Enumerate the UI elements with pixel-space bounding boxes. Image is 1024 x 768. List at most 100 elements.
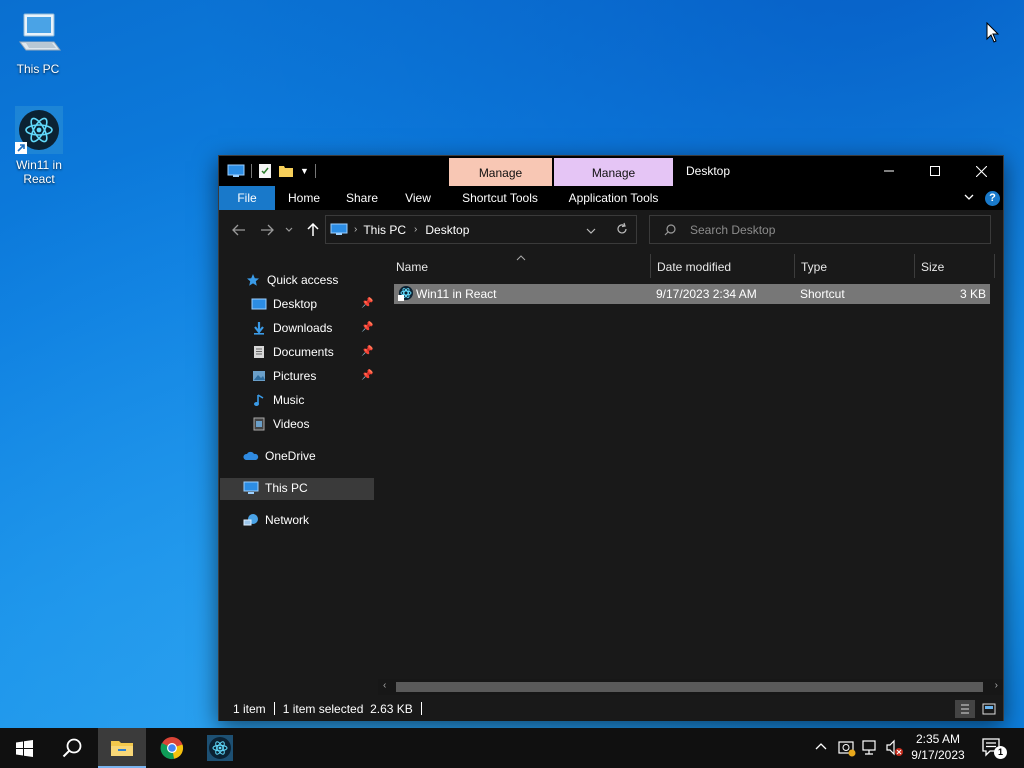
tab-application-tools[interactable]: Application Tools <box>556 186 671 210</box>
status-divider <box>420 702 422 715</box>
nav-pictures[interactable]: Pictures <box>251 365 316 387</box>
nav-label: Music <box>273 393 305 407</box>
desktop-icon-label: React <box>23 172 55 186</box>
nav-quick-access[interactable]: Quick access <box>245 269 338 291</box>
qat-dropdown-icon[interactable]: ▼ <box>300 166 309 176</box>
action-center-button[interactable]: 1 <box>980 736 1008 760</box>
picture-icon <box>251 368 267 384</box>
search-icon <box>62 738 82 758</box>
file-size: 3 KB <box>959 287 986 301</box>
new-folder-icon[interactable] <box>278 164 294 178</box>
qat-separator <box>251 164 252 178</box>
explorer-app-icon <box>227 164 245 177</box>
properties-icon[interactable] <box>258 163 272 179</box>
refresh-button[interactable] <box>615 222 629 239</box>
nav-network[interactable]: Network <box>243 509 309 531</box>
tab-file[interactable]: File <box>219 186 275 210</box>
pin-icon: 📌 <box>361 322 374 333</box>
tab-share[interactable]: Share <box>337 186 387 210</box>
column-divider[interactable] <box>794 254 795 278</box>
file-name: Win11 in React <box>416 287 497 301</box>
nav-videos[interactable]: Videos <box>251 413 309 435</box>
forward-button[interactable] <box>257 220 277 240</box>
nav-label: Downloads <box>273 321 333 335</box>
desktop-icon-label: This PC <box>16 62 60 76</box>
address-history-button[interactable] <box>586 224 596 238</box>
chrome-icon <box>160 737 184 760</box>
folder-icon <box>111 741 133 756</box>
nav-label: Quick access <box>267 273 339 287</box>
recent-locations-button[interactable] <box>283 220 295 240</box>
taskbar-file-explorer[interactable] <box>98 728 146 768</box>
minimize-button[interactable] <box>866 156 912 186</box>
notification-count-badge: 1 <box>994 746 1007 759</box>
windows-logo-icon <box>15 739 33 757</box>
network-status-icon[interactable] <box>862 739 880 760</box>
clock-date: 9/17/2023 <box>911 748 965 762</box>
scroll-right-icon[interactable]: › <box>995 680 998 691</box>
help-icon[interactable]: ? <box>985 191 1000 206</box>
scrollbar-thumb[interactable] <box>396 682 983 692</box>
expand-ribbon-button[interactable] <box>963 191 977 205</box>
pin-icon: 📌 <box>361 298 374 309</box>
nav-documents[interactable]: Documents <box>251 341 334 363</box>
search-box[interactable]: Search Desktop <box>649 215 991 244</box>
column-header-name[interactable]: Name <box>396 254 428 280</box>
tray-security-icon[interactable] <box>838 739 856 760</box>
column-divider[interactable] <box>994 254 995 278</box>
horizontal-scrollbar[interactable]: ‹ › <box>378 679 1003 695</box>
nav-onedrive[interactable]: OneDrive <box>243 445 316 467</box>
desktop-icon-this-pc[interactable]: This PC <box>0 10 76 76</box>
chevron-up-icon <box>815 743 827 750</box>
large-icons-view-button[interactable] <box>979 700 999 718</box>
nav-label: Documents <box>273 345 334 359</box>
column-divider[interactable] <box>650 254 651 278</box>
nav-label: Pictures <box>273 369 317 383</box>
status-divider <box>273 702 275 715</box>
back-button[interactable] <box>229 220 249 240</box>
taskbar-chrome[interactable] <box>148 728 196 768</box>
qat-separator <box>314 164 316 178</box>
breadcrumb-separator-icon: › <box>354 224 358 235</box>
nav-label: Desktop <box>273 297 318 311</box>
details-view-button[interactable] <box>955 700 975 718</box>
up-button[interactable] <box>303 220 323 240</box>
scroll-left-icon[interactable]: ‹ <box>383 680 386 691</box>
nav-music[interactable]: Music <box>251 389 304 411</box>
taskbar-win11-react[interactable] <box>196 728 244 768</box>
nav-this-pc[interactable]: This PC <box>243 477 308 499</box>
nav-label: This PC <box>265 481 308 495</box>
tab-view[interactable]: View <box>395 186 441 210</box>
tab-shortcut-tools[interactable]: Shortcut Tools <box>450 186 550 210</box>
react-app-icon <box>207 735 233 761</box>
volume-muted-icon[interactable] <box>885 739 905 760</box>
nav-downloads[interactable]: Downloads <box>251 317 332 339</box>
context-tab-manage-shortcut[interactable]: Manage <box>449 158 552 186</box>
column-header-type[interactable]: Type <box>801 254 827 280</box>
system-clock[interactable]: 2:35 AM 9/17/2023 <box>906 731 970 763</box>
title-bar[interactable]: ▼ Manage Manage Desktop <box>219 156 1003 186</box>
maximize-button[interactable] <box>912 156 958 186</box>
start-button[interactable] <box>0 728 48 768</box>
show-hidden-icons-button[interactable] <box>814 740 828 754</box>
context-tab-manage-application[interactable]: Manage <box>554 158 673 186</box>
breadcrumb-desktop[interactable]: Desktop <box>425 223 469 237</box>
network-icon <box>243 512 259 528</box>
column-divider[interactable] <box>914 254 915 278</box>
status-bar: 1 item 1 item selected 2.63 KB <box>219 696 1003 721</box>
nav-desktop[interactable]: Desktop <box>251 293 371 315</box>
search-button[interactable] <box>48 728 96 768</box>
sort-ascending-icon <box>516 250 526 264</box>
file-explorer-window: ▼ Manage Manage Desktop File Home Share … <box>218 155 1004 721</box>
column-header-size[interactable]: Size <box>921 254 944 280</box>
address-bar[interactable]: › This PC › Desktop <box>325 215 637 244</box>
desktop-icon-win11-react[interactable]: Win11 in React <box>1 106 77 186</box>
tab-home[interactable]: Home <box>279 186 329 210</box>
arrow-right-icon <box>261 224 274 236</box>
computer-icon <box>14 10 62 58</box>
download-icon <box>251 320 267 336</box>
file-row[interactable]: Win11 in React 9/17/2023 2:34 AM Shortcu… <box>394 284 990 304</box>
breadcrumb-this-pc[interactable]: This PC <box>363 223 406 237</box>
close-button[interactable] <box>958 156 1004 186</box>
column-header-date[interactable]: Date modified <box>657 254 731 280</box>
